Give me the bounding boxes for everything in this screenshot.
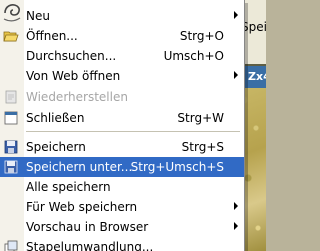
menu-item-shortcut: Umsch+O	[163, 49, 224, 63]
open-folder-icon	[3, 31, 19, 42]
batch-icon	[4, 240, 18, 251]
menu-item-label: Öffnen...	[26, 29, 78, 43]
menu-item-open[interactable]: Öffnen... Strg+O	[0, 26, 244, 46]
app-window: Spei Zx4 Neu Öffnen... Strg+O Durchsuch	[0, 0, 266, 251]
menu-item-preview-in-browser[interactable]: Vorschau in Browser	[0, 217, 244, 237]
menu-item-label: Neu	[26, 9, 50, 23]
menu-item-shortcut: Strg+S	[181, 140, 224, 154]
menu-item-save[interactable]: Speichern Strg+S	[0, 137, 244, 157]
menu-item-close[interactable]: Schließen Strg+W	[0, 108, 244, 128]
menu-item-shortcut: Strg+O	[179, 29, 224, 43]
submenu-arrow-icon	[234, 11, 238, 19]
close-doc-icon	[4, 111, 18, 125]
menu-item-label: Schließen	[26, 111, 85, 125]
document-tab-label: Zx4	[248, 70, 266, 83]
save-as-icon	[4, 160, 18, 174]
menu-item-save-as[interactable]: Speichern unter... Strg+Umsch+S	[0, 157, 244, 177]
app-logo-icon	[3, 4, 21, 22]
menu-separator	[26, 131, 240, 132]
menu-item-open-from-web[interactable]: Von Web öffnen	[0, 66, 244, 86]
revert-icon	[5, 90, 17, 104]
menu-item-revert: Wiederherstellen	[0, 87, 244, 107]
menu-item-shortcut: Strg+Umsch+S	[130, 160, 224, 174]
menu-item-shortcut: Strg+W	[177, 111, 224, 125]
submenu-arrow-icon	[234, 202, 238, 210]
menu-item-label: Speichern	[26, 140, 86, 154]
menu-item-batch-convert[interactable]: Stapelumwandlung...	[0, 237, 244, 251]
submenu-arrow-icon	[234, 222, 238, 230]
menu-item-label: Vorschau in Browser	[26, 220, 149, 234]
menu-item-new[interactable]: Neu	[0, 6, 244, 26]
menu-item-label: Von Web öffnen	[26, 69, 121, 83]
submenu-arrow-icon	[234, 71, 238, 79]
menu-item-save-for-web[interactable]: Für Web speichern	[0, 197, 244, 217]
save-icon	[4, 140, 18, 154]
menu-item-label: Wiederherstellen	[26, 90, 128, 104]
menu-item-label: Alle speichern	[26, 180, 111, 194]
menu-item-label: Durchsuchen...	[26, 49, 117, 63]
menu-item-save-all[interactable]: Alle speichern	[0, 177, 244, 197]
menu-item-browse[interactable]: Durchsuchen... Umsch+O	[0, 46, 244, 66]
menu-item-label: Für Web speichern	[26, 200, 138, 214]
menu-item-label: Stapelumwandlung...	[26, 240, 154, 251]
file-menu: Neu Öffnen... Strg+O Durchsuchen... Umsc…	[0, 0, 245, 251]
menu-item-label: Speichern unter...	[26, 160, 133, 174]
